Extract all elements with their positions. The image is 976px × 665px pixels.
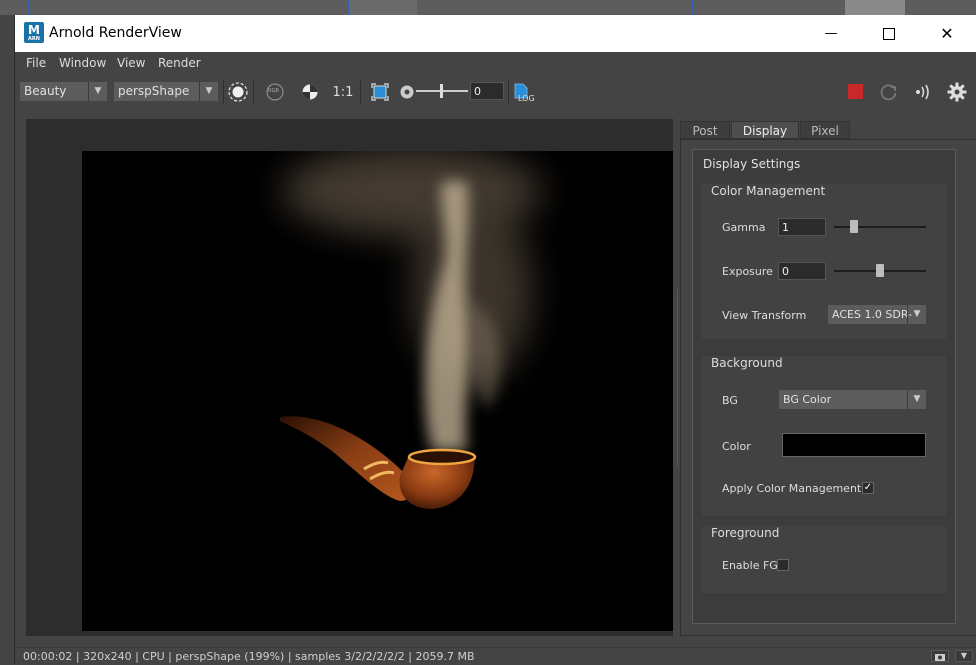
- log-button[interactable]: LOG: [512, 80, 536, 104]
- view-transform-label: View Transform: [722, 309, 807, 322]
- tab-content: Display Settings Color Management Gamma …: [680, 139, 976, 636]
- menu-view[interactable]: View: [117, 56, 145, 70]
- view-transform-value: ACES 1.0 SDR-: [832, 308, 913, 321]
- chevron-down-icon: ▼: [960, 651, 968, 660]
- menu-file[interactable]: File: [26, 56, 46, 70]
- rendered-pipe-image: [82, 151, 673, 631]
- gamma-slider-track[interactable]: [834, 226, 926, 228]
- apply-color-management-checkbox[interactable]: ✓: [862, 482, 874, 494]
- close-button[interactable]: ✕: [924, 15, 970, 52]
- exposure-label: Exposure: [722, 265, 773, 278]
- camera-select-value: perspShape: [118, 84, 190, 98]
- aov-select-value: Beauty: [24, 84, 67, 98]
- background-app-divider: [692, 0, 694, 15]
- settings-button[interactable]: [945, 80, 969, 104]
- view-transform-select[interactable]: ACES 1.0 SDR- ▼: [828, 305, 926, 324]
- aov-select[interactable]: Beauty ▼: [20, 82, 107, 101]
- toolbar-exposure-field[interactable]: 0: [470, 82, 504, 100]
- crop-region-button[interactable]: [226, 80, 250, 104]
- log-label: LOG: [518, 94, 535, 103]
- status-dropdown-button[interactable]: ▼: [955, 650, 973, 662]
- frame-button[interactable]: [368, 80, 392, 104]
- rgb-channels-button[interactable]: RGB: [263, 80, 287, 104]
- color-management-group: Color Management Gamma 1 Exposure 0 View…: [702, 184, 946, 339]
- status-text: 00:00:02 | 320x240 | CPU | perspShape (1…: [23, 650, 475, 663]
- camera-select[interactable]: perspShape ▼: [114, 82, 218, 101]
- chevron-down-icon: ▼: [199, 82, 218, 101]
- crop-region-icon: [228, 82, 248, 102]
- maximize-icon: [883, 27, 895, 40]
- toolbar-exposure-handle[interactable]: [440, 84, 443, 98]
- background-app-button: [845, 0, 905, 15]
- settings-side-panel: Post Display Pixel Display Settings Colo…: [680, 119, 976, 636]
- menu-bar: File Window View Render: [15, 52, 976, 76]
- minimize-button[interactable]: —: [808, 15, 854, 52]
- stop-render-button[interactable]: [848, 84, 863, 99]
- chevron-down-icon: ▼: [907, 305, 926, 324]
- display-settings-title: Display Settings: [703, 157, 801, 171]
- gear-icon: [947, 82, 967, 102]
- bg-color-label: Color: [722, 440, 751, 453]
- gamma-field[interactable]: 1: [778, 218, 826, 236]
- gamma-slider-handle[interactable]: [850, 220, 859, 233]
- apply-color-management-label: Apply Color Management: [722, 482, 862, 495]
- chevron-down-icon: ▼: [907, 390, 926, 409]
- display-settings-frame: Display Settings Color Management Gamma …: [692, 149, 956, 624]
- rgb-label: RGB: [268, 88, 279, 94]
- foreground-title: Foreground: [711, 526, 780, 540]
- tab-pixel[interactable]: Pixel: [800, 121, 850, 139]
- gamma-label: Gamma: [722, 221, 766, 234]
- tab-post[interactable]: Post: [680, 121, 730, 139]
- bg-label: BG: [722, 394, 738, 407]
- enable-fg-checkbox[interactable]: [777, 559, 789, 571]
- background-app-tab: [348, 0, 418, 15]
- chevron-down-icon: ▼: [88, 82, 107, 101]
- menu-render[interactable]: Render: [158, 56, 201, 70]
- maximize-button[interactable]: [866, 15, 912, 52]
- ipr-button[interactable]: [911, 80, 935, 104]
- ipr-broadcast-icon: [916, 84, 929, 100]
- color-management-title: Color Management: [711, 184, 826, 198]
- toolbar-separator: [508, 80, 509, 104]
- window-title: Arnold RenderView: [49, 25, 182, 41]
- bg-select[interactable]: BG Color ▼: [779, 390, 926, 409]
- snapshot-button[interactable]: [931, 650, 949, 662]
- status-bar: 00:00:02 | 320x240 | CPU | perspShape (1…: [15, 647, 976, 665]
- enable-fg-label: Enable FG: [722, 559, 778, 572]
- renderview-window: M ARN Arnold RenderView — ✕ File Window …: [14, 15, 976, 665]
- refresh-icon: [880, 84, 897, 101]
- aperture-icon: [400, 85, 414, 99]
- toolbar-separator: [253, 80, 254, 104]
- toolbar-separator: [223, 80, 224, 104]
- menu-window[interactable]: Window: [59, 56, 106, 70]
- exposure-icon-button[interactable]: [395, 80, 419, 104]
- background-app-strip: [0, 0, 976, 15]
- refresh-render-button[interactable]: [877, 80, 901, 104]
- bg-color-swatch[interactable]: [782, 433, 926, 457]
- camera-icon: [935, 654, 945, 661]
- maya-app-icon: M ARN: [24, 22, 44, 43]
- background-app-divider: [28, 0, 30, 15]
- app-icon-sub: ARN: [28, 36, 40, 42]
- alpha-toggle-button[interactable]: [298, 80, 322, 104]
- ratio-button[interactable]: 1:1: [331, 80, 355, 104]
- bg-select-value: BG Color: [783, 393, 832, 406]
- title-bar[interactable]: M ARN Arnold RenderView — ✕: [15, 15, 976, 52]
- minimize-icon: —: [824, 26, 838, 41]
- close-icon: ✕: [940, 24, 954, 43]
- background-group: Background BG BG Color ▼ Color Apply Col…: [702, 356, 946, 516]
- exposure-field[interactable]: 0: [778, 262, 826, 280]
- toolbar-separator: [360, 80, 361, 104]
- background-title: Background: [711, 356, 783, 370]
- frame-icon: [371, 83, 389, 101]
- render-viewport[interactable]: [26, 119, 673, 636]
- foreground-group: Foreground Enable FG: [702, 526, 946, 593]
- app-icon-letter: M: [28, 23, 40, 37]
- render-image[interactable]: [82, 151, 673, 631]
- alpha-checker-icon: [302, 84, 318, 100]
- exposure-slider-handle[interactable]: [876, 264, 884, 277]
- tab-display[interactable]: Display: [731, 121, 799, 139]
- toolbar: Beauty ▼ perspShape ▼ RGB 1:1 0 LOG: [15, 76, 976, 106]
